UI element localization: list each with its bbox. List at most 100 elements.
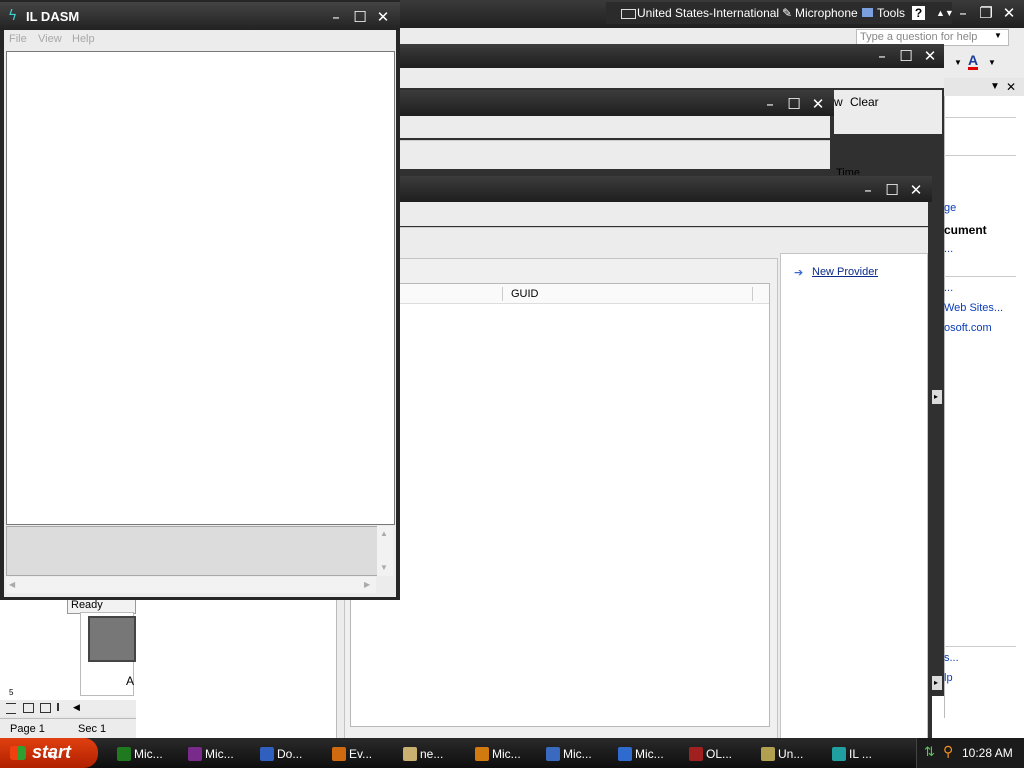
bg-restore-button[interactable]: ❐ bbox=[976, 3, 996, 23]
taskbar-button[interactable]: Do... bbox=[256, 741, 324, 765]
bg-minimize-button[interactable]: – bbox=[953, 3, 973, 23]
new-provider-link[interactable]: New Provider bbox=[812, 266, 878, 278]
provider-list-header bbox=[351, 284, 769, 304]
task-pane-link[interactable]: lp bbox=[944, 672, 953, 684]
excel-icon bbox=[117, 746, 131, 761]
search-icon[interactable]: ⚲ bbox=[943, 744, 953, 760]
provider-maximize-button[interactable]: ☐ bbox=[882, 180, 902, 200]
clock[interactable]: 10:28 AM bbox=[962, 746, 1013, 760]
word-close-button[interactable]: ✕ bbox=[920, 46, 940, 66]
event-maximize-button[interactable]: ☐ bbox=[784, 94, 804, 114]
visio-icon bbox=[546, 746, 560, 761]
task-pane-link[interactable]: ... bbox=[944, 243, 953, 255]
word-minimize-button[interactable]: – bbox=[872, 46, 892, 66]
word-document-titlebar bbox=[398, 44, 944, 68]
ildasm-maximize-button[interactable]: ☐ bbox=[350, 7, 370, 27]
embedded-object-label: A bbox=[126, 674, 135, 688]
frontpage-icon bbox=[618, 746, 632, 761]
outline-view-icon[interactable] bbox=[57, 703, 68, 711]
actions-panel bbox=[780, 253, 928, 741]
word-maximize-button[interactable]: ☐ bbox=[896, 46, 916, 66]
column-separator bbox=[752, 287, 753, 301]
taskbar-button[interactable]: Mic... bbox=[184, 741, 252, 765]
taskbar-button[interactable]: Mic... bbox=[113, 741, 181, 765]
taskbar-button[interactable]: Mic... bbox=[471, 741, 539, 765]
taskbar-button[interactable]: OL... bbox=[685, 741, 753, 765]
task-pane-menu-icon[interactable]: ▼ bbox=[990, 81, 1000, 92]
ildasm-tree-view[interactable] bbox=[6, 51, 395, 525]
clear-button[interactable]: Clear bbox=[850, 95, 879, 109]
scroll-up-icon[interactable]: ▲ bbox=[380, 529, 388, 538]
help-dropdown-icon[interactable]: ▼ bbox=[994, 31, 1002, 40]
scroll-left-icon[interactable]: ◀ bbox=[9, 580, 15, 589]
event-viewer-icon bbox=[332, 746, 346, 761]
task-pane-divider bbox=[944, 646, 1016, 647]
task-pane-link[interactable]: ge bbox=[944, 202, 956, 214]
event-menubar bbox=[398, 116, 830, 138]
powerpoint-icon bbox=[475, 746, 489, 761]
toolbar-dropdown-icon[interactable]: ▼ bbox=[954, 58, 962, 67]
ildasm-icon bbox=[832, 746, 846, 761]
provider-menubar bbox=[398, 202, 928, 226]
event-close-button[interactable]: ✕ bbox=[808, 94, 828, 114]
font-color-dropdown-icon[interactable]: ▼ bbox=[988, 58, 996, 67]
word-toolbar bbox=[398, 68, 944, 88]
menu-view[interactable]: View bbox=[38, 30, 62, 49]
task-pane bbox=[944, 78, 1024, 718]
notepad-icon bbox=[403, 746, 417, 761]
network-icon[interactable]: ⇅ bbox=[924, 745, 935, 760]
scroll-down-icon[interactable]: ▼ bbox=[380, 563, 388, 572]
ildasm-close-button[interactable]: ✕ bbox=[373, 7, 393, 27]
taskbar-button[interactable]: Mic... bbox=[614, 741, 682, 765]
event-minimize-button[interactable]: – bbox=[760, 94, 780, 114]
task-pane-link[interactable]: Web Sites... bbox=[944, 302, 1003, 314]
middle-pane bbox=[136, 598, 337, 740]
font-color-icon[interactable]: A bbox=[968, 53, 979, 70]
time-column-fragment: Time bbox=[836, 167, 861, 175]
view-button-fragment[interactable]: w bbox=[834, 95, 843, 109]
task-pane-close-icon[interactable]: ✕ bbox=[1006, 80, 1016, 94]
event-toolbar bbox=[398, 140, 830, 169]
mouse-cursor-icon: ↖ bbox=[46, 748, 58, 764]
taskbar-button[interactable]: IL ... bbox=[828, 741, 896, 765]
ildasm-output-pane[interactable] bbox=[6, 526, 378, 576]
provider-close-button[interactable]: ✕ bbox=[906, 180, 926, 200]
ildasm-minimize-button[interactable]: – bbox=[326, 7, 346, 27]
taskbar-button-label: Do... bbox=[277, 746, 303, 761]
taskbar-button-label: Ev... bbox=[349, 746, 373, 761]
provider-minimize-button[interactable]: – bbox=[858, 180, 878, 200]
provider-list[interactable] bbox=[350, 283, 770, 727]
taskbar-button[interactable]: Un... bbox=[757, 741, 825, 765]
print-view-icon[interactable] bbox=[40, 703, 51, 713]
taskbar-button-label: OL... bbox=[706, 746, 733, 761]
taskbar-button-label: Mic... bbox=[205, 746, 234, 761]
taskbar-button[interactable]: Mic... bbox=[542, 741, 610, 765]
task-pane-link[interactable]: ... bbox=[944, 282, 953, 294]
langbar-help-icon[interactable]: ? bbox=[912, 6, 925, 20]
taskbar-button[interactable]: ne... bbox=[399, 741, 467, 765]
task-pane-link[interactable]: osoft.com bbox=[944, 322, 992, 334]
tools-button[interactable]: Tools bbox=[877, 2, 905, 24]
menu-help[interactable]: Help bbox=[72, 30, 95, 49]
column-header-guid[interactable]: GUID bbox=[511, 288, 539, 300]
taskbar-button[interactable]: Ev... bbox=[328, 741, 396, 765]
scroll-left-icon[interactable]: ◀ bbox=[73, 702, 80, 713]
web-view-icon[interactable] bbox=[23, 703, 34, 713]
normal-view-icon[interactable] bbox=[6, 703, 16, 714]
taskbar-button-label: ne... bbox=[420, 746, 444, 761]
microphone-icon: ✎ bbox=[782, 6, 793, 20]
language-bar: United States-International ✎ Microphone… bbox=[606, 2, 954, 24]
bg-close-button[interactable]: ✕ bbox=[999, 3, 1019, 23]
taskbar-button-label: Mic... bbox=[635, 746, 664, 761]
langbar-options-icon[interactable]: ▲▼ bbox=[936, 2, 954, 24]
output-hscrollbar[interactable] bbox=[6, 577, 376, 593]
scroll-right-icon[interactable]: ▶ bbox=[364, 580, 370, 589]
provider-toolbar bbox=[398, 227, 928, 253]
task-pane-divider bbox=[944, 117, 1016, 118]
task-pane-link[interactable]: s... bbox=[944, 652, 959, 664]
provider-titlebar bbox=[398, 176, 932, 202]
language-label[interactable]: United States-International bbox=[637, 2, 779, 24]
microphone-button[interactable]: Microphone bbox=[795, 2, 858, 24]
help-placeholder: Type a question for help bbox=[860, 31, 978, 43]
menu-file[interactable]: File bbox=[9, 30, 27, 49]
